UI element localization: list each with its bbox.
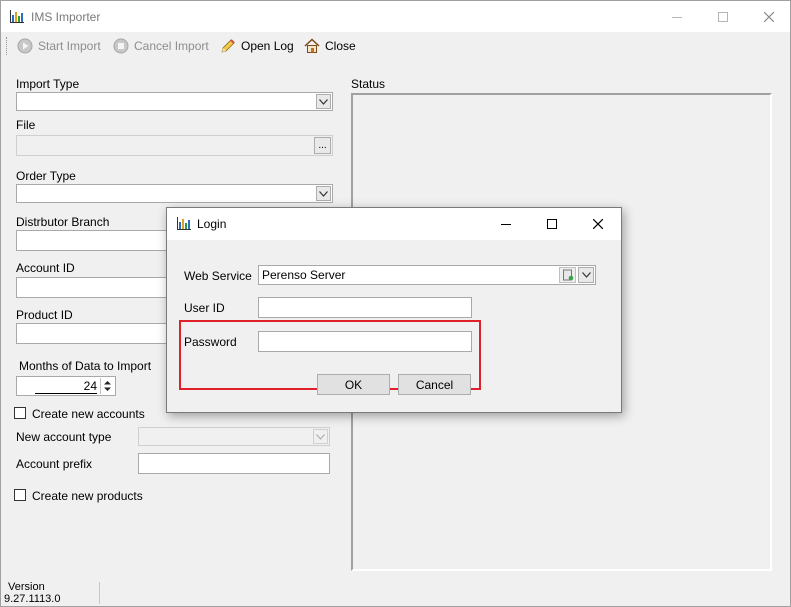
chevron-down-icon — [316, 186, 331, 201]
close-toolbar-button[interactable]: Close — [304, 38, 356, 54]
status-divider — [99, 582, 100, 604]
import-type-select[interactable] — [16, 92, 333, 111]
product-id-label: Product ID — [16, 308, 73, 322]
user-id-input[interactable] — [258, 297, 472, 318]
stop-icon — [113, 38, 129, 54]
chevron-down-icon — [316, 94, 331, 109]
status-bar: Version 9.27.1113.0 — [1, 580, 790, 606]
maximize-icon — [547, 218, 557, 229]
maximize-icon — [718, 11, 728, 22]
window-title: IMS Importer — [31, 10, 101, 24]
stepper-up-down-icon — [104, 381, 111, 391]
minimize-icon — [672, 16, 682, 18]
cancel-import-button[interactable]: Cancel Import — [113, 38, 209, 54]
branch-label: Distrbutor Branch — [16, 215, 110, 229]
open-log-label: Open Log — [241, 39, 294, 53]
close-label: Close — [325, 39, 356, 53]
start-import-button[interactable]: Start Import — [17, 38, 101, 54]
cancel-button[interactable]: Cancel — [398, 374, 471, 395]
account-prefix-input[interactable] — [138, 453, 330, 474]
new-account-type-select[interactable] — [138, 427, 330, 446]
web-service-label: Web Service — [184, 269, 252, 283]
maximize-button[interactable] — [700, 1, 746, 32]
app-chart-icon — [10, 10, 24, 23]
login-maximize-button[interactable] — [529, 208, 575, 239]
user-id-label: User ID — [184, 301, 225, 315]
months-label: Months of Data to Import — [19, 359, 152, 373]
order-type-label: Order Type — [16, 169, 76, 183]
months-value: 24 — [35, 379, 97, 394]
chevron-down-icon — [313, 429, 328, 444]
create-products-checkbox[interactable] — [14, 489, 26, 501]
close-icon — [764, 11, 774, 22]
order-type-select[interactable] — [16, 184, 333, 203]
months-stepper[interactable]: 24 — [16, 376, 116, 396]
web-service-value: Perenso Server — [262, 268, 346, 282]
server-icon — [562, 269, 573, 281]
ok-button[interactable]: OK — [317, 374, 390, 395]
file-browse-button[interactable]: ... — [314, 137, 331, 154]
file-input[interactable]: ... — [16, 135, 333, 156]
login-close-button[interactable] — [575, 208, 621, 239]
login-title: Login — [197, 217, 227, 231]
password-label: Password — [184, 335, 237, 349]
account-prefix-label: Account prefix — [16, 457, 93, 471]
create-accounts-checkbox[interactable] — [14, 407, 26, 419]
toolbar: Start Import Cancel Import Open Log Clos… — [1, 33, 790, 59]
create-accounts-label: Create new accounts — [32, 407, 145, 421]
file-label: File — [16, 118, 36, 132]
web-service-select[interactable]: Perenso Server — [258, 265, 596, 285]
new-account-type-label: New account type — [16, 430, 112, 444]
app-chart-icon — [177, 217, 191, 230]
minimize-icon — [501, 223, 511, 225]
login-minimize-button[interactable] — [483, 208, 529, 239]
close-icon — [593, 218, 603, 229]
open-log-button[interactable]: Open Log — [220, 38, 294, 54]
title-bar: IMS Importer — [1, 1, 790, 32]
login-body: Web Service Perenso Server User ID Passw… — [167, 240, 621, 412]
toolbar-grip — [6, 37, 9, 55]
password-input[interactable] — [258, 331, 472, 352]
version-label: Version — [8, 581, 45, 593]
import-type-label: Import Type — [16, 77, 80, 91]
chevron-down-icon[interactable] — [578, 267, 594, 283]
server-config-button[interactable] — [559, 267, 576, 283]
minimize-button[interactable] — [654, 1, 700, 32]
start-import-label: Start Import — [38, 39, 101, 53]
cancel-import-label: Cancel Import — [134, 39, 209, 53]
create-products-label: Create new products — [32, 489, 143, 503]
account-id-label: Account ID — [16, 261, 75, 275]
stepper-arrows[interactable] — [100, 378, 114, 394]
close-button[interactable] — [746, 1, 791, 32]
version-value: 9.27.1113.0 — [4, 593, 61, 605]
pencil-icon — [221, 39, 235, 53]
play-icon — [17, 38, 33, 54]
login-dialog: Login Web Service Perenso Server User ID… — [166, 207, 622, 413]
status-label: Status — [351, 77, 386, 91]
home-icon — [304, 38, 320, 53]
